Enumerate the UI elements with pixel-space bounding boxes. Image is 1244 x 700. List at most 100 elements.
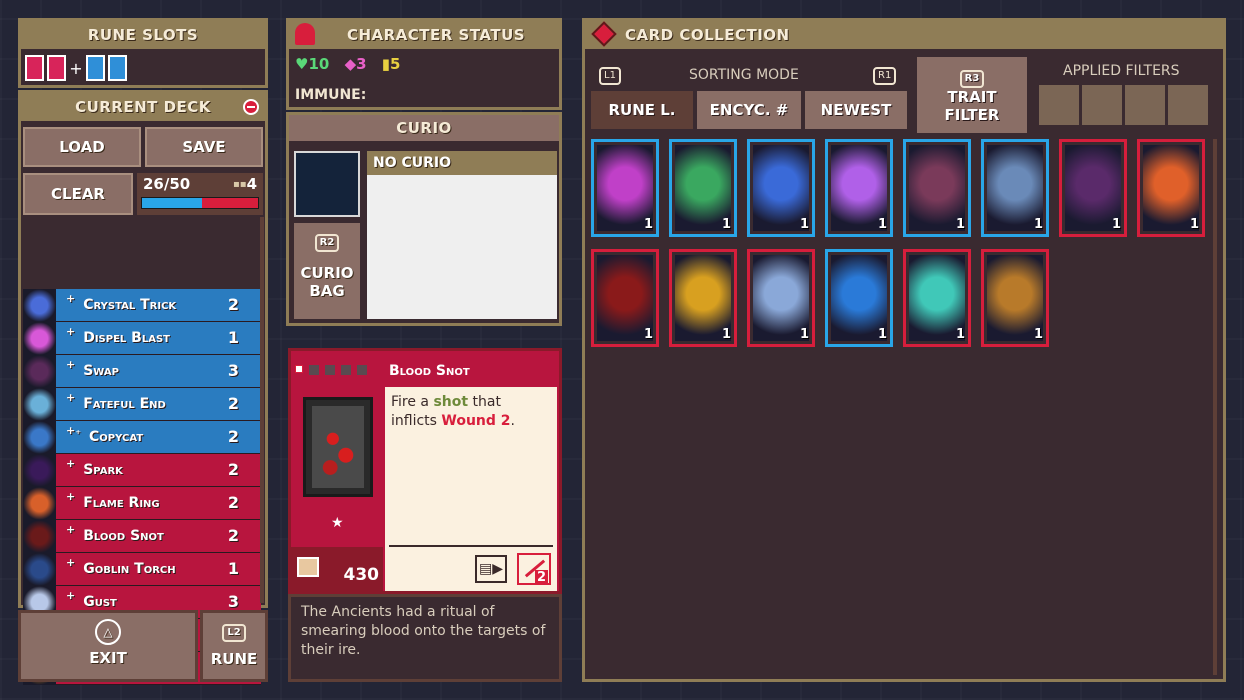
deck-card-name: +₊ Copycat 2 [56,421,261,453]
current-deck-panel: CURRENT DECK LOAD SAVE CLEAR 26/50 ▪▪ 4 … [18,90,268,685]
collection-card[interactable]: 1 [903,249,971,347]
collection-scrollbar[interactable] [1213,139,1217,675]
l1-key-label: L1 [599,67,621,85]
upgrade-plus-icon: + [66,457,76,470]
r2-key-label: R2 [314,234,340,252]
upgrade-plus-icon: + [66,391,76,404]
blue-rune-slot[interactable] [86,55,105,81]
deck-card-row[interactable]: + Flame Ring 2 [23,486,261,520]
deck-card-row[interactable]: + Dispel Blast 1 [23,321,261,355]
deck-card-count: 3 [227,361,239,380]
deck-card-count: 1 [227,559,239,578]
save-button[interactable]: SAVE [145,127,263,167]
collection-card[interactable]: 1 [591,249,659,347]
deck-counter: 26/50 ▪▪ 4 [137,173,263,215]
collection-card-count: 1 [877,217,887,232]
collection-card[interactable]: 1 [669,249,737,347]
deck-card-name: + Swap 3 [56,355,261,387]
deck-card-row[interactable]: + Fateful End 2 [23,387,261,421]
collection-card-count: 1 [1111,217,1121,232]
upgrade-plus-icon: + [66,325,76,338]
applied-filters-label: APPLIED FILTERS [1063,63,1180,79]
upgrade-plus-icon: + [66,523,76,536]
clear-button[interactable]: CLEAR [23,173,133,215]
card-description: Fire a shot that inflicts Wound 2. [385,387,557,437]
card-detail-panel: ★ 430 Blood Snot Fire a shot that inflic… [288,348,562,594]
rune-label: RUNE [210,650,258,668]
deck-card-thumbnail [23,321,56,355]
collection-card-count: 1 [1189,217,1199,232]
status-stats: ♥10 ◆3 ▮5 [295,55,400,73]
deck-card-row[interactable]: + Crystal Trick 2 [23,288,261,322]
rune-row: + [25,53,127,83]
deck-card-row[interactable]: + Spark 2 [23,453,261,487]
deck-card-name: + Goblin Torch 1 [56,553,261,585]
card-collection-grid: 1 1 1 1 1 1 1 1 1 1 1 1 1 1 [591,139,1211,669]
deck-card-thumbnail [23,420,56,454]
wound-tag-icon: 2 [517,553,551,585]
collection-card[interactable]: 1 [903,139,971,237]
deck-count-text: 26/50 [143,175,191,193]
collection-card-count: 1 [643,327,653,342]
deck-card-row[interactable]: + Swap 3 [23,354,261,388]
l2-key-icon: L2 [203,621,265,642]
collection-card[interactable]: 1 [747,139,815,237]
desc-text: Fire a [391,394,434,410]
filter-slot[interactable] [1082,85,1122,125]
trait-filter-button[interactable]: R3 TRAIT FILTER [917,57,1027,133]
energy-value: 5 [390,55,401,73]
collection-book-icon [591,21,617,47]
deck-card-row[interactable]: + Blood Snot 2 [23,519,261,553]
deck-card-label: Crystal Trick [83,297,177,313]
collection-card-count: 1 [877,327,887,342]
pip [357,365,367,375]
sort-tab-rune[interactable]: RUNE L. [591,91,693,129]
collection-card[interactable]: 1 [669,139,737,237]
curio-slot[interactable] [294,151,360,217]
exit-button[interactable]: △ EXIT [21,613,195,679]
deck-card-row[interactable]: +₊ Copycat 2 [23,420,261,454]
collection-card[interactable]: 1 [1137,139,1205,237]
card-detail-textbox: Fire a shot that inflicts Wound 2. ▤▶ 2 [385,387,557,591]
collection-card[interactable]: 1 [591,139,659,237]
deck-card-label: Gust [83,594,117,610]
deck-card-name: + Dispel Blast 1 [56,322,261,354]
red-rune-slot[interactable] [25,55,44,81]
blue-rune-slot[interactable] [108,55,127,81]
collection-card[interactable]: 1 [825,249,893,347]
upgrade-plus-icon: + [66,358,76,371]
collection-card[interactable]: 1 [1059,139,1127,237]
rune-button[interactable]: L2 RUNE [203,613,265,679]
collection-card-count: 1 [799,217,809,232]
filter-slot[interactable] [1168,85,1208,125]
star-icon: ★ [331,515,344,531]
deck-progress-fill [142,198,203,208]
deck-card-count: 2 [227,295,239,314]
remove-icon[interactable] [243,99,259,115]
rune-plus: + [69,58,83,78]
deck-scrollbar[interactable] [260,217,264,603]
collection-card[interactable]: 1 [981,139,1049,237]
deck-card-row[interactable]: + Goblin Torch 1 [23,552,261,586]
deck-card-thumbnail [23,486,56,520]
exit-panel: △ EXIT [18,610,198,682]
sort-tab-encyclopedia[interactable]: ENCYC. # [697,91,801,129]
red-rune-slot[interactable] [47,55,66,81]
load-button[interactable]: LOAD [23,127,141,167]
collection-card[interactable]: 1 [981,249,1049,347]
sort-tab-newest[interactable]: NEWEST [805,91,907,129]
curio-bag-button[interactable]: R2 CURIO BAG [294,223,360,319]
hooded-character-icon [295,23,315,45]
collection-card-count: 1 [1033,327,1043,342]
filter-slot[interactable] [1039,85,1079,125]
collection-card-count: 1 [721,327,731,342]
upgrade-plus-icon: + [66,556,76,569]
desc-effect: Wound 2 [441,413,511,429]
collection-card[interactable]: 1 [747,249,815,347]
deck-card-count: 1 [227,328,239,347]
deck-card-label: Flame Ring [83,495,160,511]
collection-card-count: 1 [955,217,965,232]
filter-slot[interactable] [1125,85,1165,125]
deck-card-thumbnail [23,354,56,388]
collection-card[interactable]: 1 [825,139,893,237]
